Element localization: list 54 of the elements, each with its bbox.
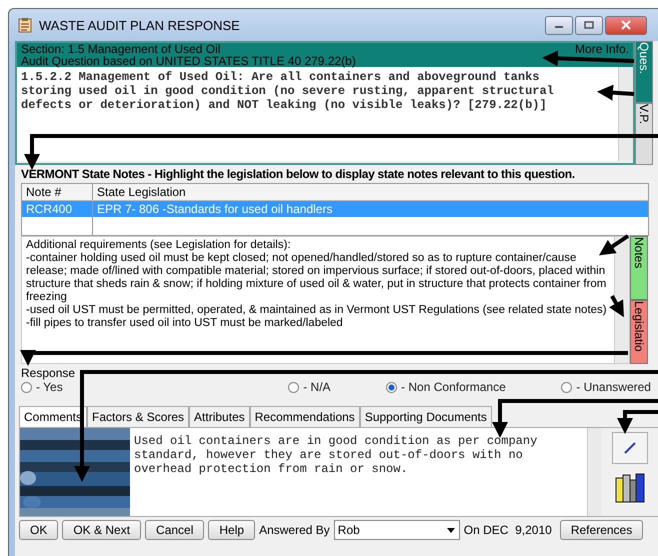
answered-by-dropdown[interactable]: Rob — [334, 520, 460, 540]
note-line: -fill pipes to transfer used oil into UST must be marked/labeled — [26, 317, 344, 330]
notes-text-area[interactable] — [21, 236, 630, 364]
section-title: Section: 1.5 Management of Used Oil — [21, 43, 220, 55]
window-title: WASTE AUDIT PLAN RESPONSE — [39, 18, 240, 32]
radio-option[interactable]: - Non Conformance — [386, 380, 506, 394]
question-text-area[interactable] — [17, 67, 633, 161]
comment-text: Used oil containers are in good condition as per company standard, however they are stored out-of-doors with no overhead protection from rain or snow. — [134, 434, 538, 476]
radio-button[interactable] — [561, 382, 572, 392]
radio-button[interactable] — [21, 382, 32, 392]
side-tab[interactable]: Ques. — [635, 41, 653, 103]
tab[interactable]: Comments — [19, 406, 88, 427]
side-tab[interactable]: V.P. — [635, 103, 653, 165]
tab[interactable]: Factors & Scores — [87, 406, 190, 427]
response-label: Response — [21, 365, 76, 380]
column-header: State Legislation — [96, 184, 186, 200]
close-button[interactable] — [605, 16, 647, 34]
close-icon — [621, 20, 631, 30]
pencil-icon — [622, 440, 638, 456]
tab[interactable]: Supporting Documents — [360, 406, 492, 427]
audit-basis: Audit Question based on UNITED STATES TITLE 40 279.22(b) — [21, 55, 356, 67]
answered-by-label: Answered By — [259, 523, 330, 537]
dialog-button[interactable]: Help — [208, 520, 256, 540]
minimize-button[interactable] — [545, 16, 573, 34]
more-info-link[interactable]: More Info. — [574, 43, 629, 55]
note-line: -used oil UST must be permitted, operated, & maintained as in Vermont UST Regulations (see related state notes) — [26, 304, 608, 317]
edit-button[interactable] — [612, 432, 648, 464]
dialog-button[interactable]: Cancel — [145, 520, 204, 540]
tab[interactable]: Attributes — [189, 406, 250, 427]
maximize-icon — [584, 21, 594, 29]
state-notes-heading: VERMONT State Notes - Highlight the legislation below to display state notes relevant to this question. — [20, 166, 576, 183]
annotation-arrow — [609, 295, 624, 318]
annotation-arrow — [597, 84, 634, 101]
clipboard-icon — [17, 17, 33, 33]
dialog-button[interactable]: OK — [19, 520, 58, 540]
column-header: Note # — [22, 184, 93, 200]
scrollbar[interactable] — [618, 67, 633, 161]
radio-option[interactable]: - Unanswered — [561, 380, 651, 394]
radio-option[interactable]: - Yes — [21, 380, 63, 394]
radio-button[interactable] — [386, 382, 398, 392]
annotation-arrow — [599, 234, 630, 256]
note-line: Additional requirements (see Legislation for details): — [26, 239, 292, 252]
side-tab[interactable]: Notes — [630, 236, 648, 300]
scrollbar[interactable] — [587, 428, 602, 516]
side-tab[interactable]: Legislatio — [630, 300, 648, 364]
radio-option[interactable]: - N/A — [288, 380, 331, 394]
radio-button[interactable] — [288, 382, 300, 392]
maximize-button[interactable] — [575, 16, 603, 34]
tab[interactable]: Recommendations — [250, 406, 360, 427]
note-line: -container holding used oil must be kept closed; not opened/handled/stored so as to rupture container/cause release; made of/lined with compatible material; stored on impervious surface; if stored out-of-doors, placed within structure that sheds rain & snow; if holding mixture of used oil & water, put in structure that protects container from freezing — [26, 252, 608, 304]
question-text: 1.5.2.2 Management of Used Oil: Are all containers and aboveground tanks storing used oil in good condition (no severe rusting, apparent structural defects or deterioration) and NOT leaking (no visible leaks)? [279.22(b)] — [21, 70, 555, 112]
dialog-button[interactable]: OK & Next — [62, 520, 142, 540]
references-button[interactable]: References — [560, 520, 644, 540]
answer-date: On DEC 9,2010 — [464, 523, 552, 537]
